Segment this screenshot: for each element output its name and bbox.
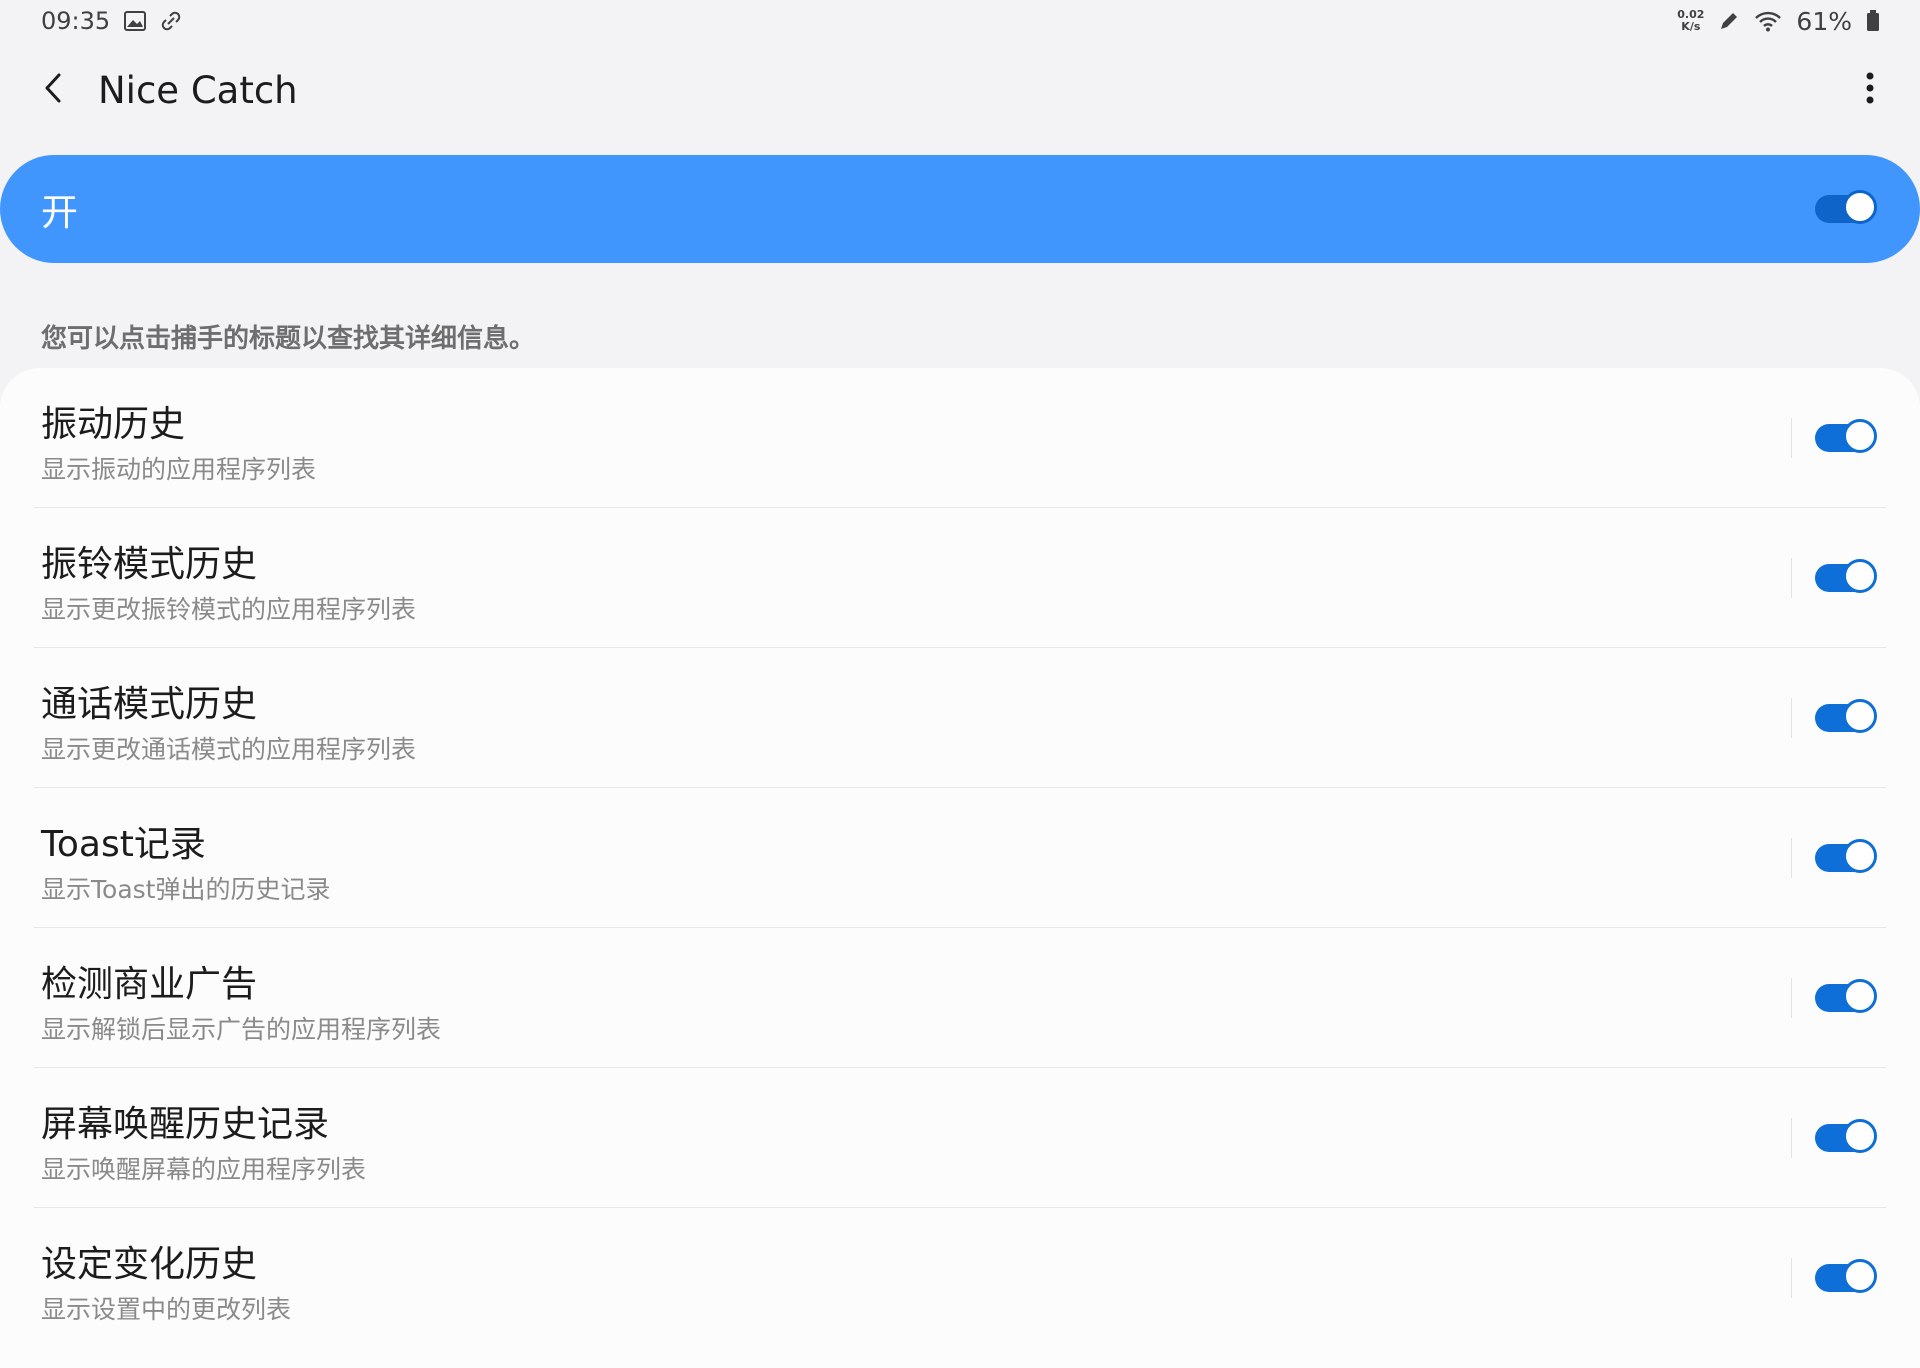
back-arrow-icon (41, 72, 67, 108)
item-separator (1791, 558, 1792, 598)
back-button[interactable] (26, 62, 82, 118)
status-left: 09:35 (41, 7, 182, 35)
toggle-thumb (1843, 1259, 1877, 1293)
vibration-history-toggle[interactable] (1815, 419, 1877, 456)
item-title: Toast记录 (41, 824, 206, 865)
item-separator (1791, 418, 1792, 458)
description-text: 您可以点击捕手的标题以查找其详细信息。 (41, 324, 536, 354)
link-icon (160, 10, 182, 32)
item-subtitle: 显示唤醒屏幕的应用程序列表 (41, 1155, 367, 1184)
toggle-thumb (1843, 839, 1877, 873)
pen-icon (1718, 10, 1740, 32)
item-subtitle: 显示设置中的更改列表 (41, 1295, 292, 1324)
item-subtitle: 显示更改振铃模式的应用程序列表 (41, 595, 417, 624)
toggle-thumb (1843, 190, 1877, 224)
more-options-button[interactable] (1842, 62, 1898, 118)
wifi-icon (1754, 10, 1782, 32)
toast-history-toggle[interactable] (1815, 839, 1877, 876)
catcher-list: 振动历史 显示振动的应用程序列表 振铃模式历史 显示更改振铃模式的应用程序列表 … (0, 368, 1920, 1368)
toggle-thumb (1843, 699, 1877, 733)
item-title: 设定变化历史 (41, 1244, 258, 1285)
item-title: 屏幕唤醒历史记录 (41, 1104, 330, 1145)
master-switch-label: 开 (41, 191, 78, 234)
status-bar: 09:35 0.02 K/s 61% (0, 0, 1920, 42)
list-item-commercial-ads[interactable]: 检测商业广告 显示解锁后显示广告的应用程序列表 (0, 928, 1920, 1068)
item-title: 振动历史 (41, 404, 186, 445)
list-item-screen-wakeup-history[interactable]: 屏幕唤醒历史记录 显示唤醒屏幕的应用程序列表 (0, 1068, 1920, 1208)
item-subtitle: 显示Toast弹出的历史记录 (41, 875, 331, 904)
item-subtitle: 显示解锁后显示广告的应用程序列表 (41, 1015, 442, 1044)
toggle-thumb (1843, 979, 1877, 1013)
call-mode-history-toggle[interactable] (1815, 699, 1877, 736)
item-separator (1791, 838, 1792, 878)
item-subtitle: 显示振动的应用程序列表 (41, 455, 317, 484)
toggle-thumb (1843, 1119, 1877, 1153)
list-item-toast-history[interactable]: Toast记录 显示Toast弹出的历史记录 (0, 788, 1920, 928)
list-item-ringer-mode-history[interactable]: 振铃模式历史 显示更改振铃模式的应用程序列表 (0, 508, 1920, 648)
list-item-settings-change-history[interactable]: 设定变化历史 显示设置中的更改列表 (0, 1208, 1920, 1348)
ringer-mode-history-toggle[interactable] (1815, 559, 1877, 596)
screen-wakeup-history-toggle[interactable] (1815, 1119, 1877, 1156)
network-speed-unit: K/s (1681, 20, 1701, 33)
battery-level: 61% (1796, 6, 1852, 36)
toggle-thumb (1843, 419, 1877, 453)
more-vertical-icon (1866, 72, 1874, 108)
item-title: 检测商业广告 (41, 964, 258, 1005)
item-separator (1791, 1118, 1792, 1158)
app-bar: Nice Catch (0, 50, 1920, 130)
item-title: 通话模式历史 (41, 684, 258, 725)
image-icon (124, 11, 147, 31)
list-item-vibration-history[interactable]: 振动历史 显示振动的应用程序列表 (0, 368, 1920, 508)
item-separator (1791, 1258, 1792, 1298)
status-right: 0.02 K/s 61% (1677, 7, 1880, 36)
settings-change-history-toggle[interactable] (1815, 1259, 1877, 1296)
page-title: Nice Catch (98, 68, 298, 112)
master-switch-bar[interactable]: 开 (0, 155, 1920, 263)
network-speed: 0.02 K/s (1677, 9, 1704, 33)
item-separator (1791, 698, 1792, 738)
list-item-call-mode-history[interactable]: 通话模式历史 显示更改通话模式的应用程序列表 (0, 648, 1920, 788)
item-title: 振铃模式历史 (41, 544, 258, 585)
item-separator (1791, 978, 1792, 1018)
battery-icon (1866, 10, 1880, 32)
toggle-thumb (1843, 559, 1877, 593)
status-time: 09:35 (41, 7, 111, 35)
commercial-ads-toggle[interactable] (1815, 979, 1877, 1016)
item-subtitle: 显示更改通话模式的应用程序列表 (41, 735, 417, 764)
master-switch-toggle[interactable] (1815, 190, 1877, 227)
